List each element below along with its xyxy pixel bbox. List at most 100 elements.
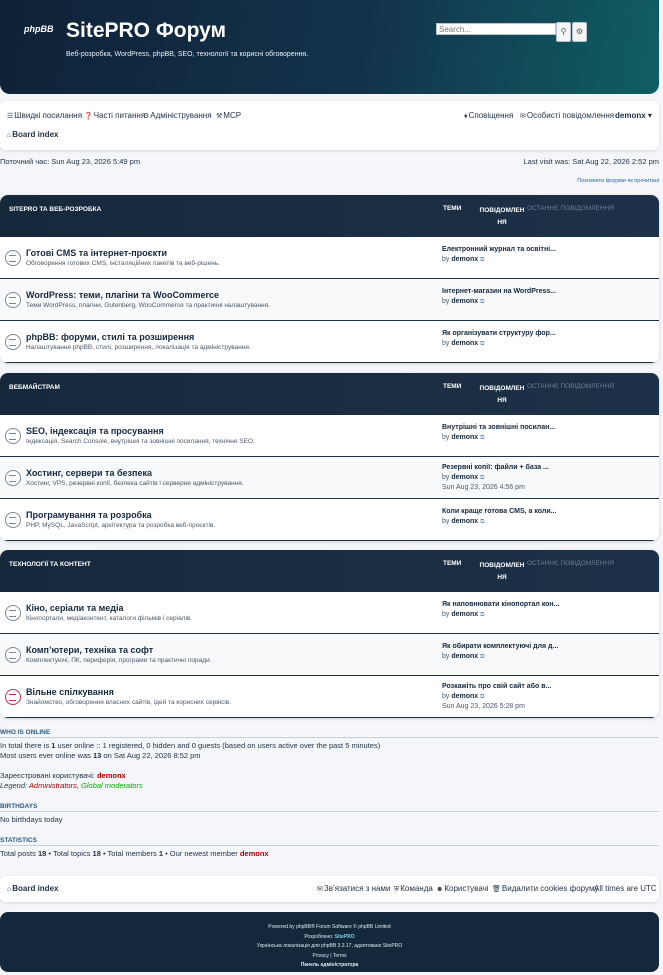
goto-post-icon[interactable]: ⧉ — [480, 694, 484, 700]
category-header: SITEPRO ТА ВЕБ-РОЗРОБКА ТЕМИ ПОВІДОМЛЕНН… — [0, 195, 659, 237]
stat-label: Total posts — [0, 849, 38, 858]
privacy-terms-links[interactable]: Privacy | Terms — [0, 952, 659, 962]
forum-description: Комплектуючі, ПК, периферія, програми та… — [26, 657, 212, 664]
forum-row: Готові CMS та інтернет-проєкти Обговорен… — [0, 237, 659, 279]
mcp-link[interactable]: ⚒MCP — [216, 111, 241, 120]
forum-read-icon — [5, 512, 21, 528]
notifications-link[interactable]: ♦Сповіщення — [464, 111, 513, 120]
forum-row: Програмування та розробка PHP, MySQL, Ja… — [0, 499, 659, 541]
last-post-title[interactable]: Резервні копії: файли + база ... — [442, 463, 567, 473]
site-logo[interactable]: phpBB — [24, 24, 54, 34]
site-title[interactable]: SitePRO Форум — [66, 19, 226, 43]
divider — [0, 845, 659, 846]
last-post-title[interactable]: Як обирати комплектуючі для д... — [442, 642, 567, 652]
user-menu[interactable]: demonx ▾ — [615, 111, 652, 120]
inbox-icon: ✉ — [520, 113, 526, 120]
developer-link[interactable]: SitePRO — [335, 934, 355, 940]
goto-post-icon[interactable]: ⧉ — [480, 435, 484, 441]
last-post-by: by demonx ⧉ — [442, 518, 484, 525]
forum-read-icon — [5, 470, 21, 486]
by-label: by — [442, 518, 450, 525]
forum-title[interactable]: phpBB: форуми, стилі та розширення — [26, 332, 194, 342]
search-button[interactable]: ⚲ — [556, 22, 571, 42]
last-post-author[interactable]: demonx — [451, 434, 478, 441]
last-post-title[interactable]: Електронний журнал та освітні... — [442, 245, 567, 255]
last-post-author[interactable]: demonx — [451, 611, 478, 618]
forum-title[interactable]: Хостинг, сервери та безпека — [26, 468, 152, 478]
category-header: ВЕБМАЙСТРАМ ТЕМИ ПОВІДОМЛЕННЯ ОСТАННЄ ПО… — [0, 373, 659, 415]
board-index-label: Board index — [12, 884, 59, 893]
legend-administrators[interactable]: Administrators — [29, 781, 77, 790]
team-link[interactable]: ⛨Команда — [394, 884, 433, 894]
last-post-author[interactable]: demonx — [451, 298, 478, 305]
forum-row: phpBB: форуми, стилі та розширення Налаш… — [0, 321, 659, 363]
category-header: ТЕХНОЛОГІЇ ТА КОНТЕНТ ТЕМИ ПОВІДОМЛЕННЯ … — [0, 550, 659, 592]
forum-title[interactable]: Комп’ютери, техніка та софт — [26, 645, 153, 655]
last-post-author[interactable]: demonx — [451, 693, 478, 700]
delete-cookies-link[interactable]: 🗑Видалити cookies форуму — [492, 884, 599, 893]
goto-post-icon[interactable]: ⧉ — [480, 654, 484, 660]
forum-title[interactable]: SEO, індексація та просування — [26, 426, 164, 436]
faq-link[interactable]: ❓Часті питання — [84, 111, 145, 120]
last-post-title[interactable]: Як організувати структуру фор... — [442, 329, 567, 339]
contact-link[interactable]: ✉Зв’язатися з нами — [317, 884, 390, 893]
members-link[interactable]: ☻Користувачі — [436, 884, 489, 893]
forum-title[interactable]: WordPress: теми, плагіни та WooCommerce — [26, 290, 219, 300]
forum-title[interactable]: Програмування та розробка — [26, 510, 152, 520]
last-post: Як наповнювати кінопортал кон... by demo… — [442, 600, 567, 620]
last-post-title[interactable]: Коли краще готова CMS, а коли... — [442, 507, 567, 517]
board-index-label: Board index — [12, 130, 59, 139]
last-post-title[interactable]: Внутрішні та зовнішні посилан... — [442, 423, 567, 433]
search-input[interactable] — [436, 23, 556, 35]
forum-description: PHP, MySQL, JavaScript, архітектура та р… — [26, 522, 216, 529]
last-post-author[interactable]: demonx — [451, 474, 478, 481]
goto-post-icon[interactable]: ⧉ — [480, 612, 484, 618]
last-post-author[interactable]: demonx — [451, 518, 478, 525]
mark-forums-read-link[interactable]: Позначити форуми як прочитані — [577, 178, 659, 184]
category-title[interactable]: SITEPRO ТА ВЕБ-РОЗРОБКА — [9, 206, 101, 213]
goto-post-icon[interactable]: ⧉ — [480, 475, 484, 481]
legend-global-moderators[interactable]: Global moderators — [81, 781, 143, 790]
category-title[interactable]: ТЕХНОЛОГІЇ ТА КОНТЕНТ — [9, 561, 91, 568]
last-post-title[interactable]: Інтернет-магазин на WordPress... — [442, 287, 567, 297]
last-post-author[interactable]: demonx — [451, 256, 478, 263]
last-post: Коли краще готова CMS, а коли... by demo… — [442, 507, 567, 527]
powered-by[interactable]: Powered by phpBB® Forum Software © phpBB… — [0, 923, 659, 933]
forum-description: Обговорення готових CMS, інсталяційних п… — [26, 260, 220, 267]
newest-member-link[interactable]: demonx — [240, 849, 269, 858]
pm-link[interactable]: ✉Особисті повідомлення — [520, 111, 614, 120]
forum-title[interactable]: Кіно, серіали та медіа — [26, 603, 124, 613]
by-label: by — [442, 474, 450, 481]
forum-title[interactable]: Вільне спілкування — [26, 687, 114, 697]
last-post-author[interactable]: demonx — [451, 653, 478, 660]
faq-label: Часті питання — [93, 111, 146, 120]
site-footer: Powered by phpBB® Forum Software © phpBB… — [0, 912, 659, 972]
category-block: ВЕБМАЙСТРАМ ТЕМИ ПОВІДОМЛЕННЯ ОСТАННЄ ПО… — [0, 373, 659, 541]
online-total: In total there is 1 user online :: 1 reg… — [0, 741, 380, 750]
goto-post-icon[interactable]: ⧉ — [480, 341, 484, 347]
last-post-author[interactable]: demonx — [451, 340, 478, 347]
menu-icon: ☰ — [7, 113, 14, 120]
board-index-link[interactable]: ⌂Board index — [7, 884, 58, 893]
advanced-search-button[interactable]: ⚙ — [572, 22, 587, 42]
forum-description: Кінопортали, медіаконтент, каталоги філь… — [26, 615, 193, 622]
online-text: user online :: 1 registered, 0 hidden an… — [55, 741, 381, 750]
forum-description: Індексація, Search Console, внутрішні та… — [26, 438, 255, 445]
who-online-heading[interactable]: WHO IS ONLINE — [0, 729, 50, 736]
last-post-title[interactable]: Розкажіть про свій сайт або в... — [442, 682, 567, 692]
forum-title[interactable]: Готові CMS та інтернет-проєкти — [26, 248, 167, 258]
category-title[interactable]: ВЕБМАЙСТРАМ — [9, 384, 60, 391]
acp-link[interactable]: ⚙Адміністрування — [143, 111, 212, 120]
board-index-link[interactable]: ⌂Board index — [7, 130, 58, 139]
goto-post-icon[interactable]: ⧉ — [480, 299, 484, 305]
online-user-link[interactable]: demonx — [97, 771, 126, 780]
goto-post-icon[interactable]: ⧉ — [480, 519, 484, 525]
forum-row: Кіно, серіали та медіа Кінопортали, меді… — [0, 592, 659, 634]
last-post-title[interactable]: Як наповнювати кінопортал кон... — [442, 600, 567, 610]
acp-link[interactable]: Панель адміністратора — [0, 961, 659, 971]
goto-post-icon[interactable]: ⧉ — [480, 257, 484, 263]
quick-links-menu[interactable]: ☰Швидкі посилання — [7, 111, 82, 120]
col-topics: ТЕМИ — [443, 205, 462, 212]
by-label: by — [442, 256, 450, 263]
last-post: Інтернет-магазин на WordPress... by demo… — [442, 287, 567, 307]
